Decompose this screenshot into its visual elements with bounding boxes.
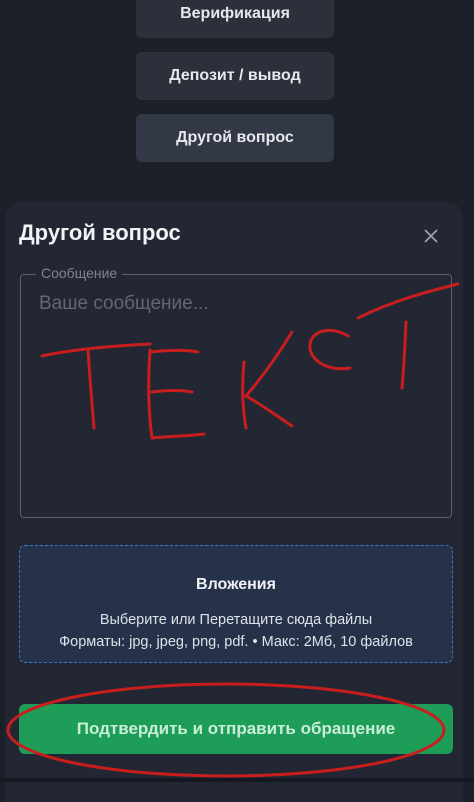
verification-button[interactable]: Верификация: [136, 0, 334, 38]
other-question-button[interactable]: Другой вопрос: [136, 114, 334, 162]
message-input[interactable]: [21, 275, 451, 517]
close-icon[interactable]: [419, 224, 443, 248]
attachments-title: Вложения: [196, 576, 276, 593]
other-question-modal: Другой вопрос Сообщение Вложения Выберит…: [5, 202, 463, 802]
attachments-formats: Форматы: jpg, jpeg, png, pdf. • Макс: 2М…: [59, 634, 413, 650]
attachments-dropzone[interactable]: Вложения Выберите или Перетащите сюда фа…: [19, 545, 453, 663]
message-field: Сообщение: [20, 265, 452, 518]
submit-button[interactable]: Подтвердить и отправить обращение: [19, 704, 453, 754]
message-label: Сообщение: [36, 265, 123, 281]
deposit-withdraw-button[interactable]: Депозит / вывод: [136, 52, 334, 100]
bottom-edge: [0, 778, 474, 782]
modal-title: Другой вопрос: [19, 220, 181, 245]
attachments-hint: Выберите или Перетащите сюда файлы: [99, 612, 373, 628]
